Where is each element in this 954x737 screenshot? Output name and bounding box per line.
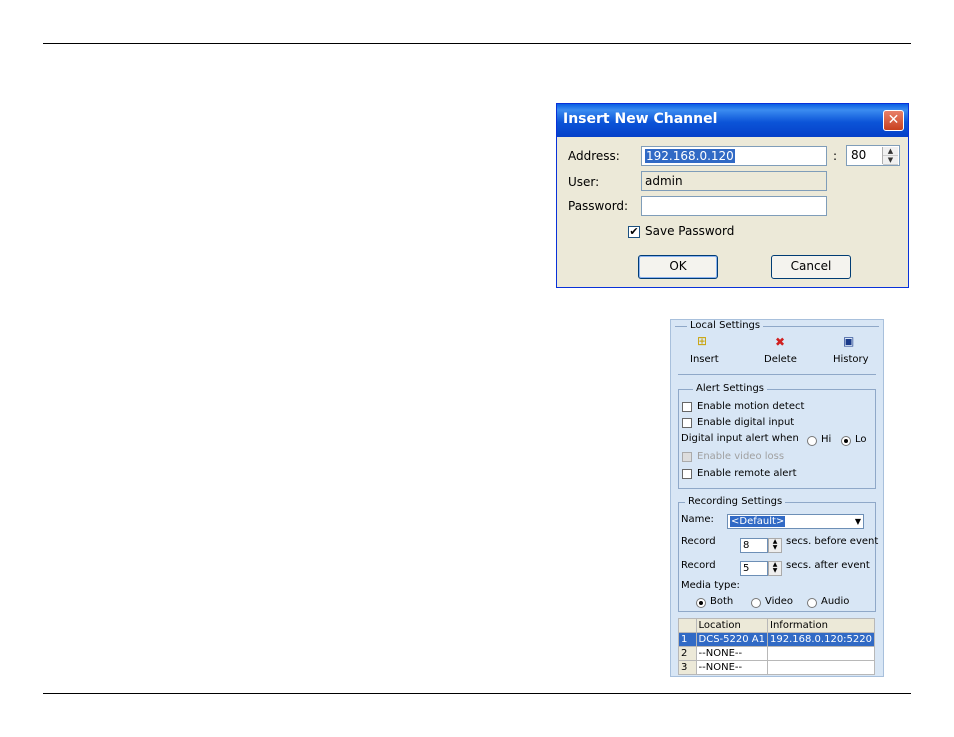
digital-input-checkbox[interactable] [682, 418, 692, 428]
chevron-down-icon[interactable]: ▼ [855, 516, 861, 527]
hi-label: Hi [821, 434, 832, 445]
dialog-title: Insert New Channel [563, 111, 718, 127]
address-label: Address: [568, 149, 620, 163]
column-header-information[interactable]: Information [767, 618, 875, 633]
cancel-button[interactable]: Cancel [771, 255, 851, 279]
user-value: admin [645, 174, 683, 188]
port-value: 80 [851, 148, 867, 162]
hi-radio[interactable] [807, 436, 817, 446]
record-before-label: Record [681, 536, 716, 547]
spin-up-icon[interactable]: ▲ [883, 147, 898, 156]
row-information: 192.168.0.120:5220 [767, 632, 875, 647]
media-video-label: Video [765, 596, 794, 607]
name-label: Name: [681, 514, 714, 525]
row-location: --NONE-- [695, 646, 769, 661]
row-number: 3 [678, 660, 697, 675]
name-value: <Default> [730, 516, 786, 527]
lo-radio[interactable] [841, 436, 851, 446]
row-number: 1 [678, 632, 697, 647]
remote-alert-label: Enable remote alert [697, 468, 797, 479]
remote-alert-checkbox[interactable] [682, 469, 692, 479]
save-password-label[interactable]: Save Password [645, 224, 734, 238]
insert-new-channel-dialog: Insert New Channel ✕ Address: 192.168.0.… [556, 103, 909, 288]
table-row[interactable]: 2 --NONE-- [678, 646, 875, 661]
media-audio-radio[interactable] [807, 598, 817, 608]
media-audio-label: Audio [821, 596, 850, 607]
before-seconds-input[interactable]: 8 [740, 538, 768, 553]
lo-label: Lo [855, 434, 867, 445]
row-location: --NONE-- [695, 660, 769, 675]
ok-button[interactable]: OK [638, 255, 718, 279]
channel-table: Location Information 1 DCS-5220 A1 192.1… [678, 618, 875, 675]
row-information [767, 646, 875, 661]
column-header-index [678, 618, 697, 633]
table-header: Location Information [678, 618, 875, 633]
video-loss-checkbox [682, 452, 692, 462]
digital-alert-when-label: Digital input alert when [681, 433, 799, 444]
address-value: 192.168.0.120 [645, 149, 735, 163]
top-divider [43, 43, 911, 44]
before-seconds-suffix: secs. before event [786, 536, 879, 547]
alert-settings-title: Alert Settings [693, 383, 767, 394]
local-settings-panel: Local Settings ⊞ Insert ✖ Delete ▣ Histo… [670, 319, 884, 677]
media-video-radio[interactable] [751, 598, 761, 608]
recording-settings-title: Recording Settings [685, 496, 786, 507]
row-number: 2 [678, 646, 697, 661]
row-location: DCS-5220 A1 [695, 632, 769, 647]
user-label: User: [568, 175, 600, 189]
table-row[interactable]: 1 DCS-5220 A1 192.168.0.120:5220 [678, 632, 875, 647]
insert-button[interactable]: Insert [690, 354, 719, 365]
media-both-label: Both [710, 596, 734, 607]
after-seconds-suffix: secs. after event [786, 560, 870, 571]
after-seconds-value: 5 [743, 563, 750, 574]
history-button[interactable]: History [833, 354, 869, 365]
insert-icon[interactable]: ⊞ [697, 334, 707, 348]
close-icon[interactable]: ✕ [883, 110, 904, 131]
motion-detect-checkbox[interactable] [682, 402, 692, 412]
before-seconds-value: 8 [743, 540, 750, 551]
local-settings-title: Local Settings [687, 320, 764, 331]
before-seconds-spinner[interactable]: ▲ ▼ [768, 538, 782, 553]
bottom-divider [43, 693, 911, 694]
toolbar-divider [678, 374, 876, 375]
port-spinner[interactable]: ▲ ▼ [882, 147, 898, 165]
spin-down-icon[interactable]: ▼ [883, 156, 898, 165]
user-field: admin [641, 171, 827, 191]
address-input[interactable]: 192.168.0.120 [641, 146, 827, 166]
column-header-location[interactable]: Location [695, 618, 769, 633]
row-information [767, 660, 875, 675]
save-password-checkbox[interactable]: ✔ [628, 226, 640, 238]
table-row[interactable]: 3 --NONE-- [678, 660, 875, 675]
password-label: Password: [568, 199, 629, 213]
port-separator: : [833, 149, 838, 163]
media-type-label: Media type: [681, 580, 740, 591]
digital-input-label: Enable digital input [697, 417, 795, 428]
record-after-label: Record [681, 560, 716, 571]
dialog-titlebar[interactable]: Insert New Channel ✕ [557, 104, 908, 137]
after-seconds-input[interactable]: 5 [740, 561, 768, 576]
media-both-radio[interactable] [696, 598, 706, 608]
delete-icon[interactable]: ✖ [775, 335, 785, 349]
after-seconds-spinner[interactable]: ▲ ▼ [768, 561, 782, 576]
history-icon[interactable]: ▣ [843, 334, 854, 348]
motion-detect-label: Enable motion detect [697, 401, 805, 412]
name-select[interactable]: <Default> ▼ [727, 514, 864, 529]
video-loss-label: Enable video loss [697, 451, 785, 462]
port-stepper[interactable]: 80 ▲ ▼ [846, 145, 900, 166]
password-input[interactable] [641, 196, 827, 216]
delete-button[interactable]: Delete [764, 354, 797, 365]
